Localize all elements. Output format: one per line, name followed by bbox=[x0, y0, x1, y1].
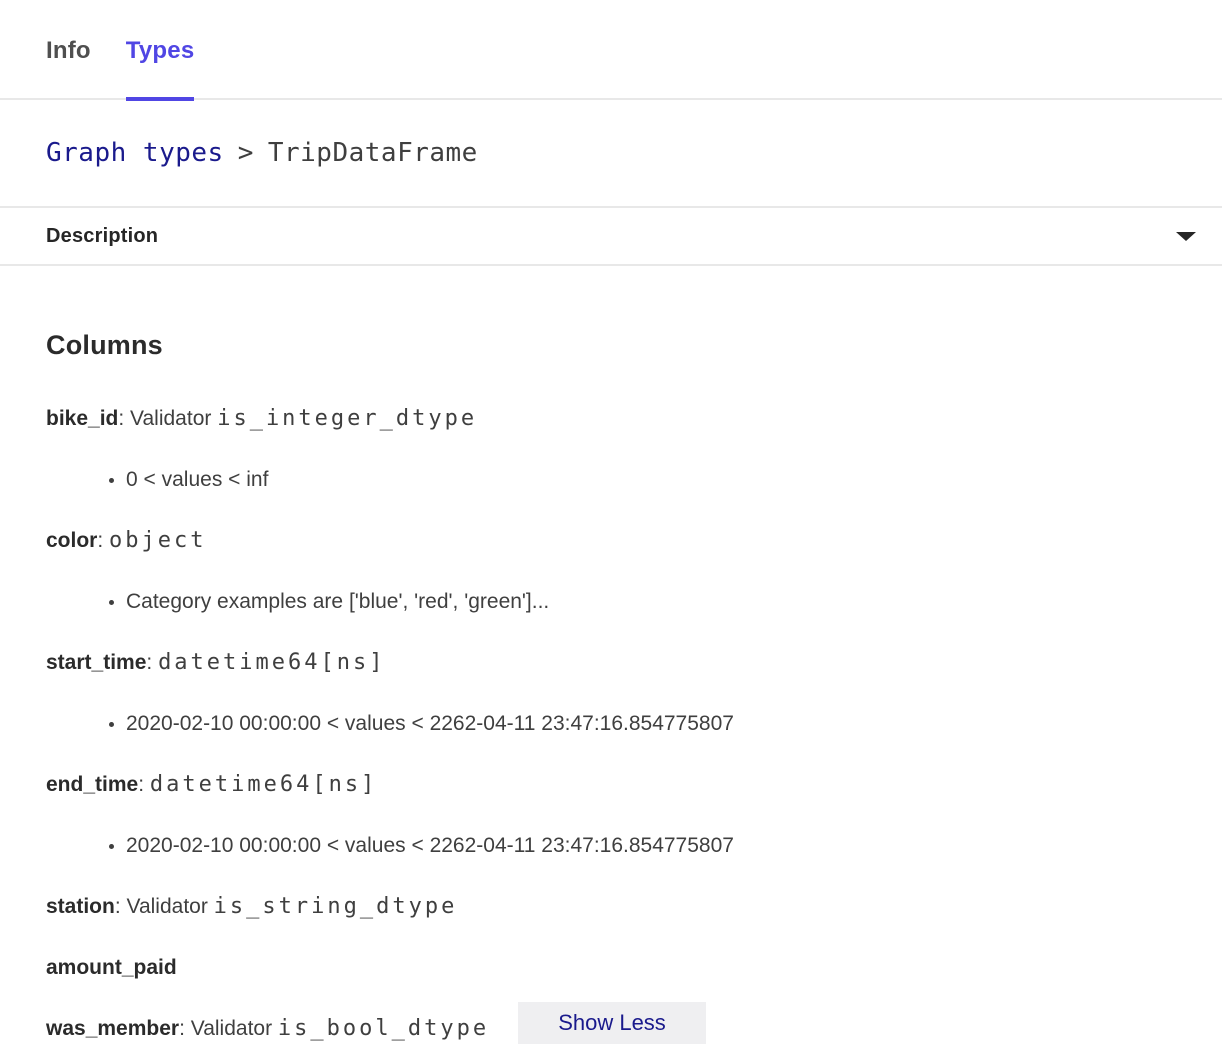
column-dtype-code: is_string_dtype bbox=[214, 894, 458, 919]
column-entry: color: object bbox=[46, 526, 1222, 556]
column-name: bike_id bbox=[46, 407, 118, 430]
tab-info[interactable]: Info bbox=[46, 37, 91, 98]
constraint-item: 2020-02-10 00:00:00 < values < 2262-04-1… bbox=[126, 709, 1222, 739]
breadcrumb-link-graph-types[interactable]: Graph types bbox=[46, 138, 224, 168]
column-dtype-code: is_integer_dtype bbox=[217, 406, 477, 431]
column-dtype-code: object bbox=[109, 528, 206, 553]
tab-types[interactable]: Types bbox=[126, 37, 195, 101]
column-name: end_time bbox=[46, 773, 138, 796]
show-less-button[interactable]: Show Less bbox=[518, 1002, 706, 1044]
breadcrumb-current: TripDataFrame bbox=[268, 138, 478, 168]
breadcrumb-separator: > bbox=[238, 138, 254, 168]
constraint-list: 0 < values < inf bbox=[46, 465, 1222, 495]
column-entry: bike_id: Validator is_integer_dtype bbox=[46, 404, 1222, 434]
column-name: amount_paid bbox=[46, 956, 177, 979]
column-entry: station: Validator is_string_dtype bbox=[46, 892, 1222, 922]
column-name: station bbox=[46, 895, 115, 918]
column-entry: start_time: datetime64[ns] bbox=[46, 648, 1222, 678]
constraint-item: 2020-02-10 00:00:00 < values < 2262-04-1… bbox=[126, 831, 1222, 861]
tab-bar: Info Types bbox=[0, 0, 1222, 100]
constraint-list: Category examples are ['blue', 'red', 'g… bbox=[46, 587, 1222, 617]
columns-section: Columns bike_id: Validator is_integer_dt… bbox=[0, 330, 1222, 1044]
chevron-down-icon[interactable] bbox=[1176, 232, 1196, 241]
constraint-list: 2020-02-10 00:00:00 < values < 2262-04-1… bbox=[46, 831, 1222, 861]
description-title: Description bbox=[46, 225, 158, 248]
columns-list: bike_id: Validator is_integer_dtype 0 < v… bbox=[46, 404, 1222, 1044]
column-name: start_time bbox=[46, 651, 146, 674]
constraint-item: 0 < values < inf bbox=[126, 465, 1222, 495]
breadcrumb: Graph types > TripDataFrame bbox=[0, 100, 1222, 208]
column-dtype-code: datetime64[ns] bbox=[150, 772, 377, 797]
description-section-header[interactable]: Description bbox=[0, 208, 1222, 266]
column-name: was_member bbox=[46, 1017, 179, 1040]
constraint-list: 2020-02-10 00:00:00 < values < 2262-04-1… bbox=[46, 709, 1222, 739]
column-dtype-code: datetime64[ns] bbox=[158, 650, 385, 675]
constraint-item: Category examples are ['blue', 'red', 'g… bbox=[126, 587, 1222, 617]
columns-heading: Columns bbox=[46, 330, 1222, 360]
column-entry: end_time: datetime64[ns] bbox=[46, 770, 1222, 800]
column-name: color bbox=[46, 529, 97, 552]
types-panel: Info Types Graph types > TripDataFrame D… bbox=[0, 0, 1222, 1062]
column-entry: amount_paid bbox=[46, 953, 1222, 983]
column-dtype-code: is_bool_dtype bbox=[278, 1016, 489, 1041]
